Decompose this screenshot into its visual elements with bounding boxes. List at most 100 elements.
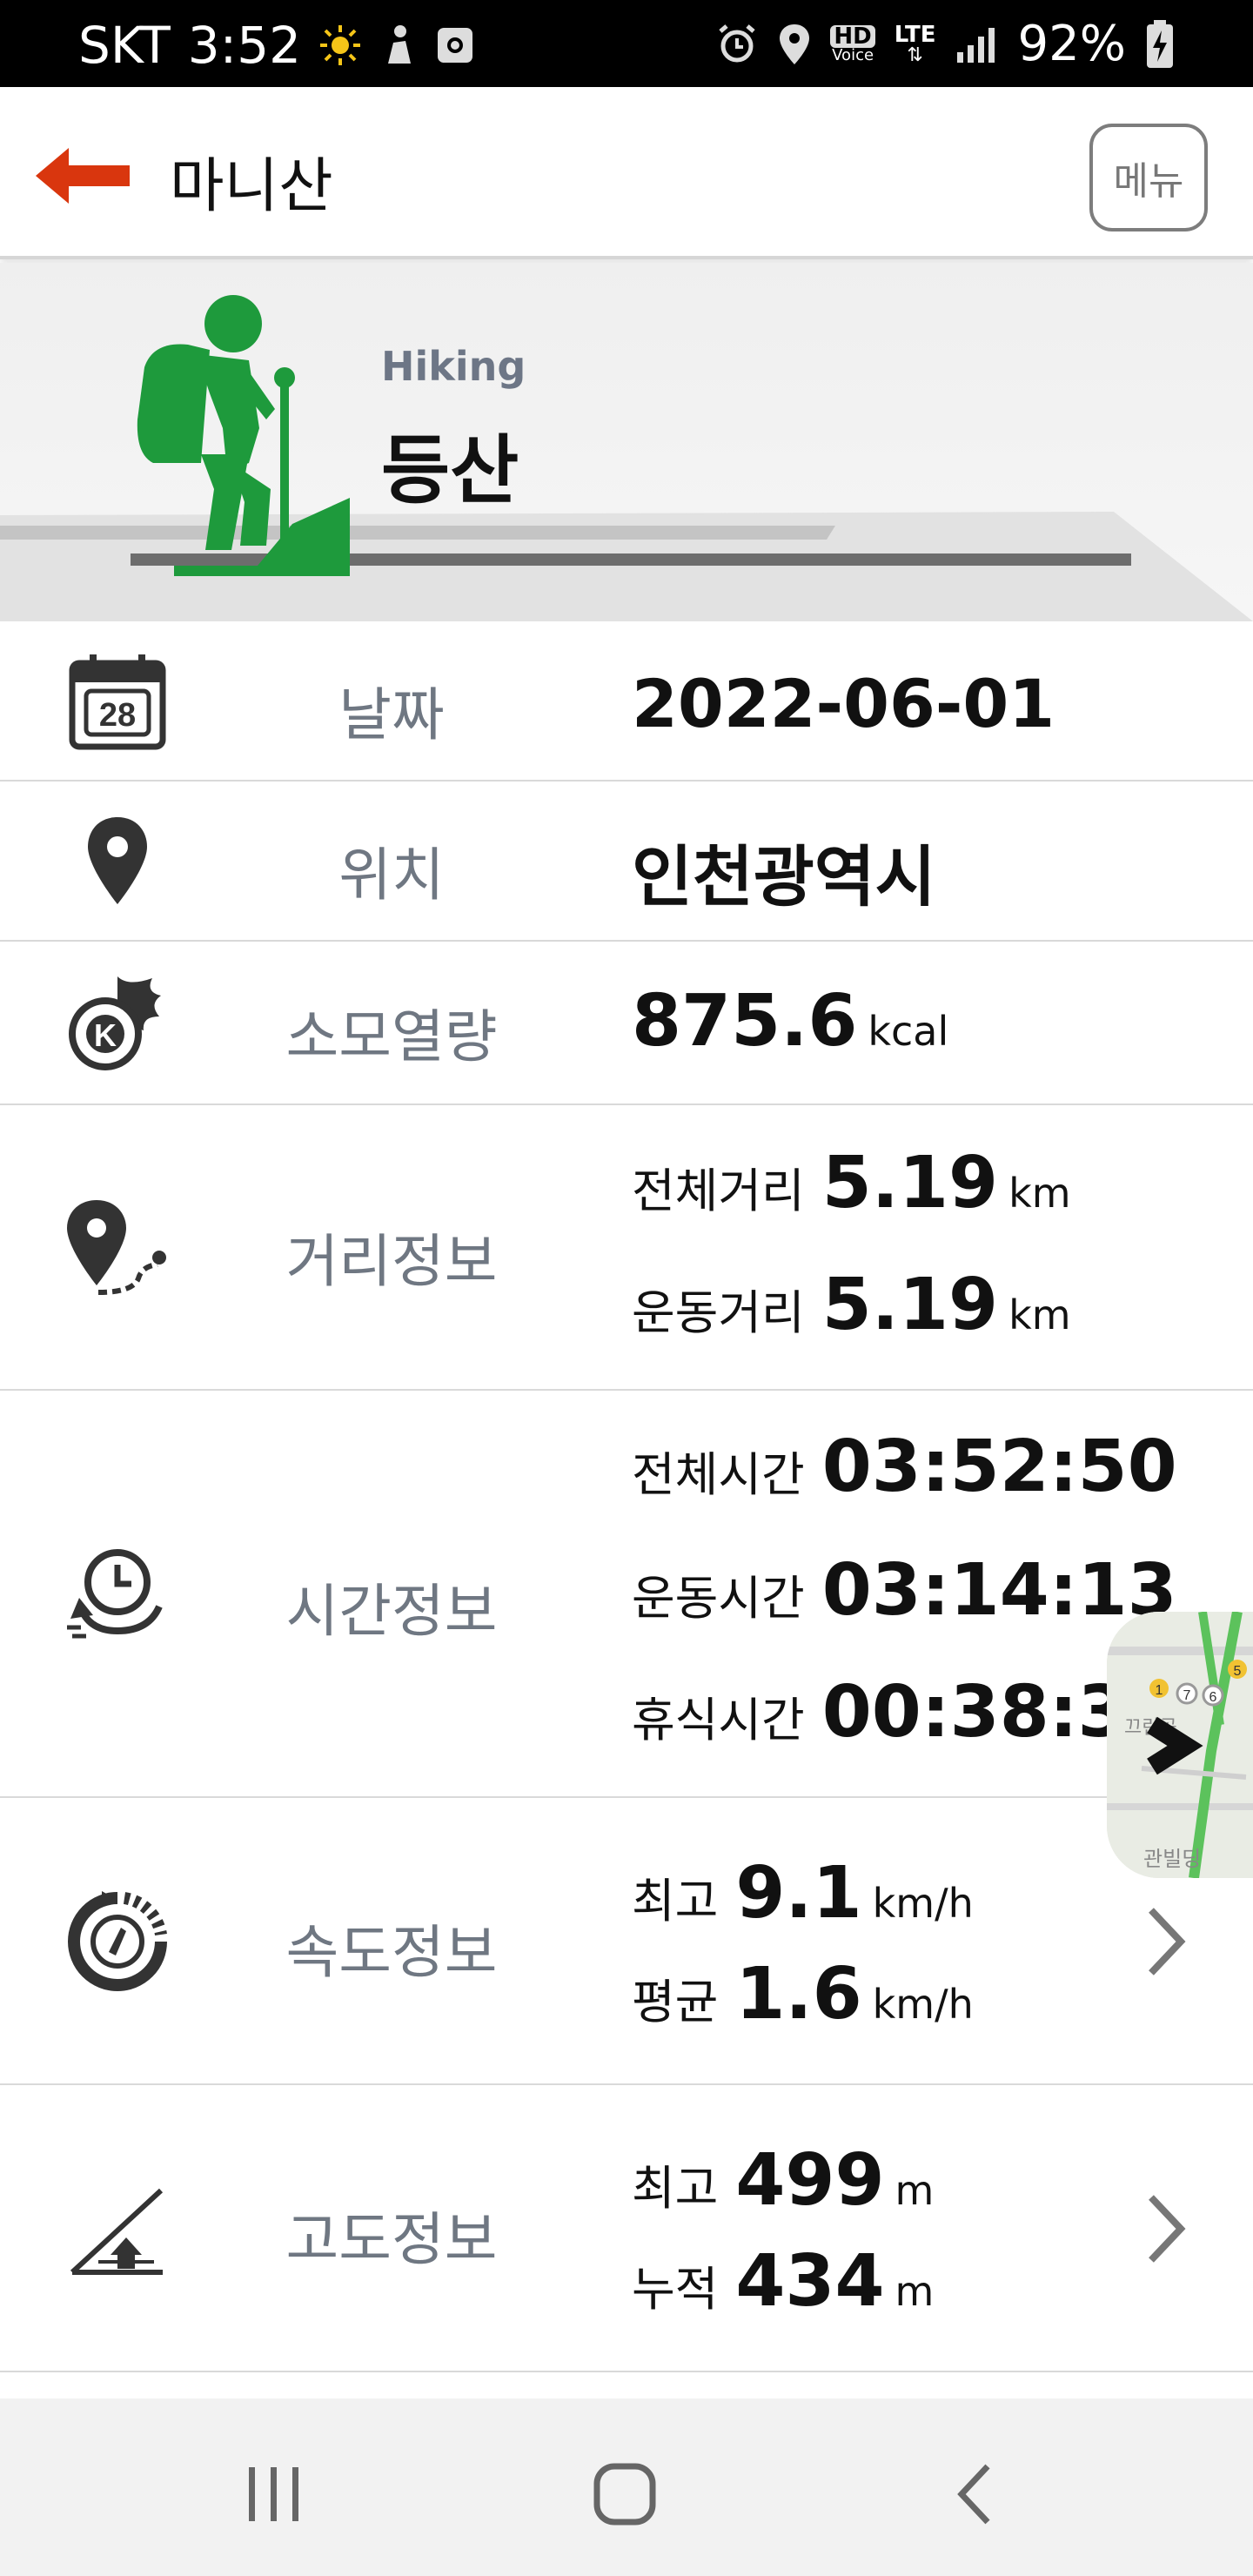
lte-label: LTE bbox=[894, 21, 936, 48]
max-altitude-value: 499 bbox=[735, 2139, 885, 2222]
speedometer-icon bbox=[61, 1885, 174, 1998]
total-time-label: 전체시간 bbox=[632, 1447, 805, 1502]
exercise-time-value: 03:14:13 bbox=[821, 1549, 1177, 1632]
system-nav-bar bbox=[0, 2398, 1253, 2576]
back-arrow-icon bbox=[36, 148, 130, 204]
max-speed-unit: km/h bbox=[872, 1880, 974, 1927]
speed-row[interactable]: 속도정보 최고 9.1 km/h 평균 1.6 km/h bbox=[0, 1798, 1253, 2085]
total-distance-line: 전체거리 5.19 km bbox=[632, 1142, 1071, 1264]
avg-speed-unit: km/h bbox=[872, 1981, 974, 2028]
activity-details: 28 날짜 2022-06-01 위치 인천광역시 K 소모열량 875.6 k… bbox=[0, 621, 1253, 2372]
distance-row: 거리정보 전체거리 5.19 km 운동거리 5.19 km bbox=[0, 1105, 1253, 1391]
distance-values: 전체거리 5.19 km 운동거리 5.19 km bbox=[632, 1142, 1071, 1368]
hiker-icon bbox=[137, 295, 350, 576]
time-label: 시간정보 bbox=[285, 1578, 498, 1645]
map-marker-1: 1 bbox=[1156, 1683, 1163, 1698]
back-button[interactable] bbox=[26, 132, 139, 219]
exercise-distance-value: 5.19 bbox=[821, 1264, 999, 1346]
clock: 3:52 bbox=[187, 16, 302, 75]
recent-apps-icon bbox=[249, 2467, 298, 2521]
battery-charging-icon bbox=[1145, 19, 1175, 69]
avg-speed-line: 평균 1.6 km/h bbox=[632, 1953, 974, 2049]
calories-row: K 소모열량 875.6 kcal bbox=[0, 942, 1253, 1105]
map-preview-image: 1 7 6 5 끄린공 관빌딩 bbox=[1107, 1612, 1253, 1878]
calorie-fire-icon: K bbox=[61, 968, 174, 1076]
altitude-row[interactable]: 고도정보 최고 499 m 누적 434 m bbox=[0, 2085, 1253, 2372]
rest-time-line: 휴식시간 00:38:3 bbox=[632, 1671, 1177, 1784]
exercise-distance-label: 운동거리 bbox=[632, 1285, 805, 1340]
time-row: 시간정보 전체시간 03:52:50 운동시간 03:14:13 휴식시간 00… bbox=[0, 1391, 1253, 1798]
time-clock-icon bbox=[61, 1530, 174, 1652]
calendar-icon: 28 bbox=[61, 647, 174, 755]
max-altitude-unit: m bbox=[895, 2167, 935, 2214]
location-label: 위치 bbox=[338, 842, 445, 909]
avg-speed-label: 평균 bbox=[632, 1975, 719, 2029]
altitude-slope-icon bbox=[61, 2172, 174, 2285]
recent-apps-button[interactable] bbox=[222, 2451, 326, 2538]
location-pin-icon bbox=[61, 808, 174, 916]
home-icon bbox=[593, 2463, 656, 2526]
date-value: 2022-06-01 bbox=[632, 665, 1055, 742]
map-marker-6: 6 bbox=[1209, 1690, 1217, 1705]
cumulative-altitude-unit: m bbox=[895, 2268, 935, 2315]
avg-speed-value: 1.6 bbox=[735, 1953, 862, 2036]
map-marker-5: 5 bbox=[1234, 1664, 1242, 1679]
location-value: 인천광역시 bbox=[632, 823, 936, 919]
activity-hero: Hiking 등산 bbox=[0, 263, 1253, 621]
calories-unit: kcal bbox=[868, 1008, 949, 1055]
distance-route-icon bbox=[61, 1192, 174, 1305]
carrier-label: SKT bbox=[78, 16, 171, 75]
alarm-icon bbox=[715, 23, 759, 66]
location-icon bbox=[778, 23, 811, 66]
location-row: 위치 인천광역시 bbox=[0, 782, 1253, 942]
calendar-day-text: 28 bbox=[99, 697, 136, 734]
exercise-time-line: 운동시간 03:14:13 bbox=[632, 1549, 1177, 1671]
hd-label: HD bbox=[830, 24, 875, 48]
app-header: 마니산 메뉴 bbox=[0, 87, 1253, 259]
max-speed-line: 최고 9.1 km/h bbox=[632, 1852, 974, 1953]
calories-label: 소모열량 bbox=[285, 1003, 498, 1070]
date-text: 2022-06-01 bbox=[632, 665, 1055, 742]
sun-icon bbox=[318, 23, 362, 67]
max-altitude-label: 최고 bbox=[632, 2161, 719, 2216]
activity-title: 등산 bbox=[381, 427, 519, 514]
calorie-icon-letter: K bbox=[94, 1017, 117, 1053]
map-preview-button[interactable]: 1 7 6 5 끄린공 관빌딩 bbox=[1107, 1612, 1253, 1878]
cumulative-altitude-label: 누적 bbox=[632, 2262, 719, 2317]
altitude-label: 고도정보 bbox=[285, 2206, 498, 2273]
location-text: 인천광역시 bbox=[632, 838, 936, 916]
back-icon bbox=[957, 2464, 990, 2525]
exercise-distance-line: 운동거리 5.19 km bbox=[632, 1264, 1071, 1368]
cumulative-altitude-value: 434 bbox=[735, 2240, 885, 2323]
voice-label: Voice bbox=[832, 45, 874, 64]
exercise-time-label: 운동시간 bbox=[632, 1571, 805, 1626]
hd-voice-icon: HD Voice bbox=[830, 24, 875, 64]
lte-icon: LTE ⇅ bbox=[895, 23, 936, 65]
max-speed-value: 9.1 bbox=[735, 1852, 862, 1935]
page-title: 마니산 bbox=[170, 152, 333, 221]
distance-label: 거리정보 bbox=[285, 1228, 498, 1295]
altitude-values: 최고 499 m 누적 434 m bbox=[632, 2139, 934, 2336]
speed-chevron-icon[interactable] bbox=[1140, 1902, 1192, 1981]
time-values: 전체시간 03:52:50 운동시간 03:14:13 휴식시간 00:38:3 bbox=[632, 1426, 1177, 1784]
cumulative-altitude-line: 누적 434 m bbox=[632, 2240, 934, 2336]
date-row: 28 날짜 2022-06-01 bbox=[0, 621, 1253, 782]
activity-subtitle: Hiking bbox=[381, 343, 526, 390]
home-button[interactable] bbox=[573, 2451, 677, 2538]
max-altitude-line: 최고 499 m bbox=[632, 2139, 934, 2240]
total-distance-unit: km bbox=[1008, 1170, 1071, 1217]
camera-app-icon bbox=[435, 25, 475, 65]
calories-value: 875.6 kcal bbox=[632, 980, 948, 1063]
status-bar: SKT 3:52 HD Voice LTE ⇅ 92% bbox=[0, 0, 1253, 87]
system-back-button[interactable] bbox=[922, 2451, 1027, 2538]
total-time-value: 03:52:50 bbox=[821, 1426, 1177, 1508]
altitude-chevron-icon[interactable] bbox=[1140, 2190, 1192, 2268]
lte-arrows: ⇅ bbox=[907, 44, 923, 66]
speed-label: 속도정보 bbox=[285, 1919, 498, 1986]
max-speed-label: 최고 bbox=[632, 1874, 719, 1929]
menu-button[interactable]: 메뉴 bbox=[1089, 124, 1208, 231]
total-time-line: 전체시간 03:52:50 bbox=[632, 1426, 1177, 1549]
map-marker-7: 7 bbox=[1183, 1688, 1191, 1703]
exercise-distance-unit: km bbox=[1008, 1291, 1071, 1338]
rest-time-label: 휴식시간 bbox=[632, 1693, 805, 1748]
